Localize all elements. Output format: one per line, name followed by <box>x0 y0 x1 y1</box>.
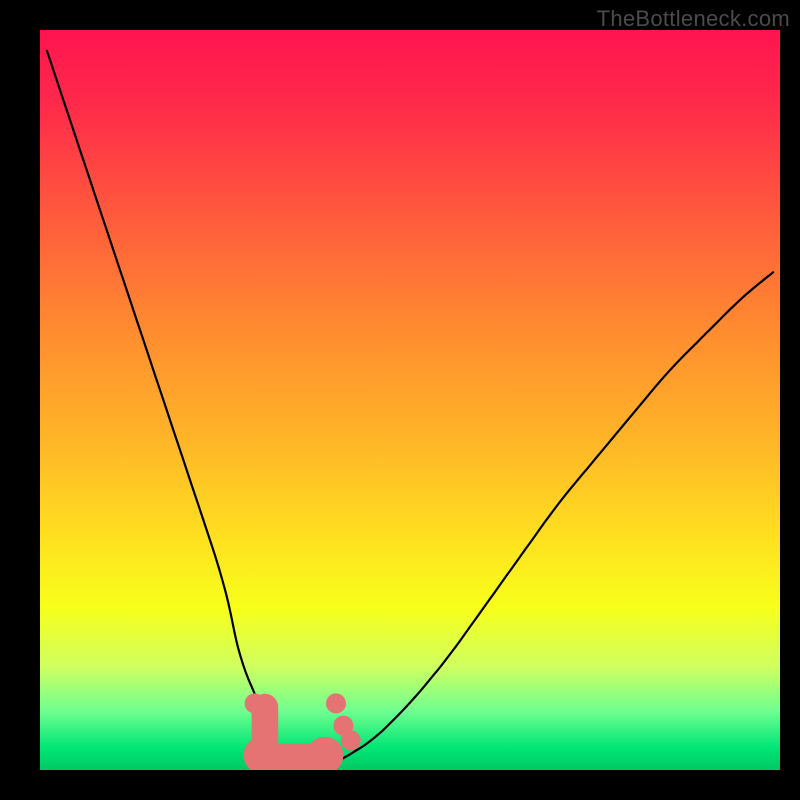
chart-frame: TheBottleneck.com <box>0 0 800 800</box>
data-marker <box>326 693 346 713</box>
plot-area <box>40 30 780 770</box>
bottleneck-curve <box>47 51 773 770</box>
bottleneck-curve-svg <box>40 30 780 770</box>
watermark-text: TheBottleneck.com <box>597 6 790 32</box>
marker-bar-stub <box>252 694 279 770</box>
marker-bar-cap <box>306 737 343 770</box>
data-marker <box>341 730 361 750</box>
